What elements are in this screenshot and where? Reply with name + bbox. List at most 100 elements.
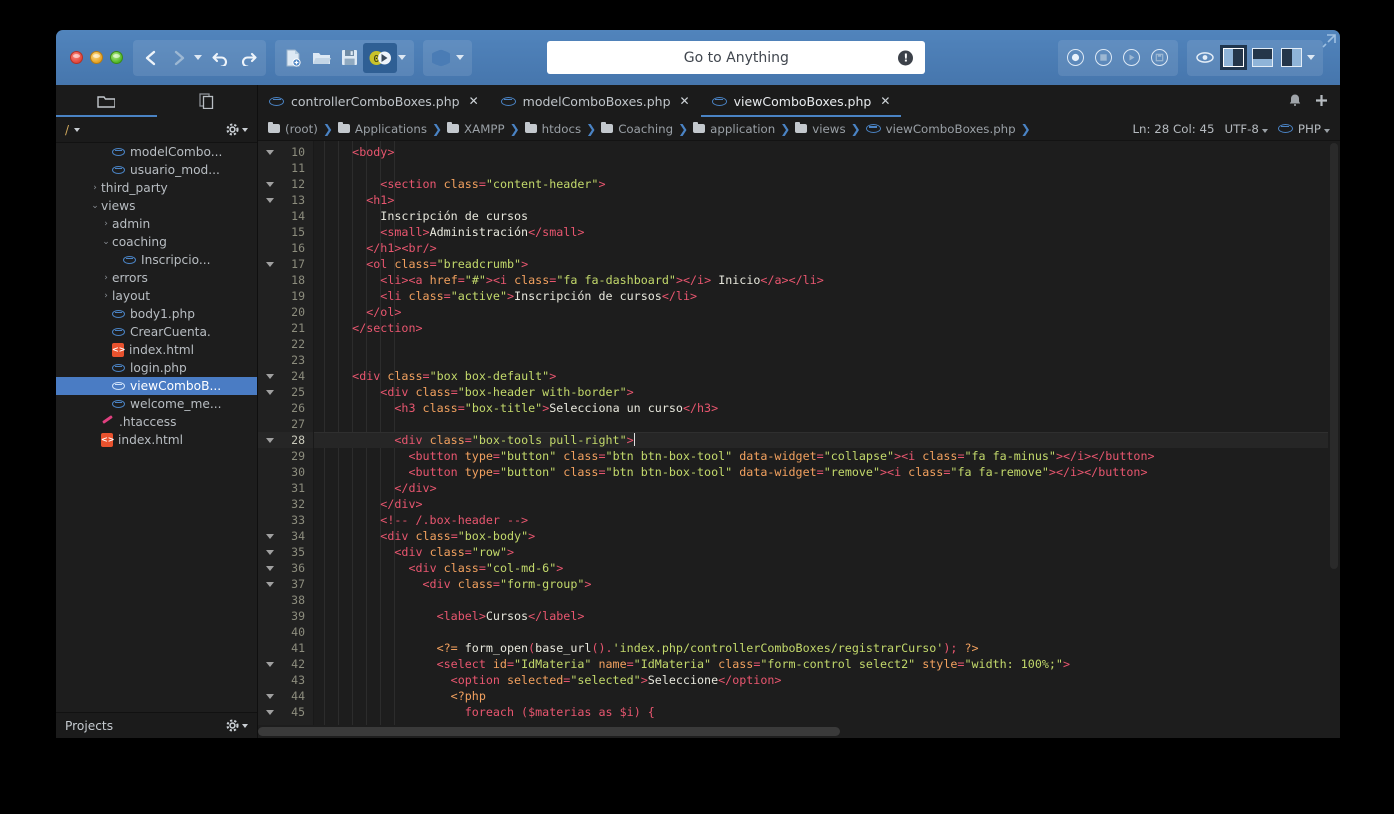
close-icon[interactable]: ✕ <box>469 94 479 108</box>
code-line[interactable]: <h3 class="box-title">Selecciona un curs… <box>314 400 1340 416</box>
line-number[interactable]: 24 <box>258 368 313 384</box>
code-line[interactable]: <div class="col-md-6"> <box>314 560 1340 576</box>
eye-icon[interactable] <box>1191 43 1219 73</box>
path-chevron-down-icon[interactable] <box>74 127 81 132</box>
breadcrumb-item[interactable]: views <box>795 121 846 136</box>
vertical-scrollbar[interactable] <box>1328 141 1340 725</box>
line-number[interactable]: 33 <box>258 512 313 528</box>
save-icon[interactable] <box>335 43 363 73</box>
undo-icon[interactable] <box>206 43 234 73</box>
line-number[interactable]: 35 <box>258 544 313 560</box>
zoom-window-button[interactable] <box>110 51 123 64</box>
debug-icon[interactable]: 0 <box>363 42 397 73</box>
code-line[interactable]: foreach ($materias as $i) { <box>314 704 1340 720</box>
line-number[interactable]: 25 <box>258 384 313 400</box>
line-number[interactable]: 30 <box>258 464 313 480</box>
code-line[interactable]: <?php <box>314 688 1340 704</box>
file-tab-view[interactable]: viewComboBoxes.php ✕ <box>700 85 902 117</box>
breadcrumb-item[interactable]: Applications <box>337 121 427 136</box>
line-number[interactable]: 14 <box>258 208 313 224</box>
language-selector[interactable]: PHP <box>1277 122 1330 136</box>
line-number[interactable]: 12 <box>258 176 313 192</box>
line-number[interactable]: 22 <box>258 336 313 352</box>
sidebar-tab-open-files[interactable] <box>157 85 258 117</box>
code-line[interactable]: <small>Administración</small> <box>314 224 1340 240</box>
code-line[interactable]: <h1> <box>314 192 1340 208</box>
line-number[interactable]: 45 <box>258 704 313 720</box>
fold-triangle-icon[interactable] <box>266 582 274 587</box>
fold-triangle-icon[interactable] <box>266 694 274 699</box>
code-line[interactable]: <!-- /.box-header --> <box>314 512 1340 528</box>
line-number[interactable]: 15 <box>258 224 313 240</box>
line-number[interactable]: 34 <box>258 528 313 544</box>
fold-triangle-icon[interactable] <box>266 374 274 379</box>
code-line[interactable]: <div class="box box-default"> <box>314 368 1340 384</box>
code-content[interactable]: <body> <section class="content-header"> … <box>314 141 1340 738</box>
breadcrumb-item[interactable]: (root) <box>268 121 318 136</box>
open-folder-icon[interactable] <box>307 43 335 73</box>
line-number[interactable]: 19 <box>258 288 313 304</box>
fold-triangle-icon[interactable] <box>266 390 274 395</box>
line-number[interactable]: 41 <box>258 640 313 656</box>
layout-chevron-down-icon[interactable] <box>1306 55 1315 60</box>
line-number[interactable]: 16 <box>258 240 313 256</box>
layout-left-icon[interactable] <box>1219 45 1247 70</box>
line-number[interactable]: 26 <box>258 400 313 416</box>
line-number[interactable]: 44 <box>258 688 313 704</box>
code-line[interactable]: <section class="content-header"> <box>314 176 1340 192</box>
chevron-down-icon[interactable]: ⌄ <box>89 201 101 211</box>
fold-triangle-icon[interactable] <box>266 534 274 539</box>
line-number[interactable]: 36 <box>258 560 313 576</box>
globe-icon[interactable] <box>427 43 455 73</box>
code-line[interactable]: Inscripción de cursos <box>314 208 1340 224</box>
chevron-right-icon[interactable]: › <box>100 291 112 301</box>
info-icon[interactable]: ! <box>898 50 914 65</box>
file-tree-item[interactable]: ⌄ coaching <box>56 233 257 251</box>
layout-right-icon[interactable] <box>1280 48 1302 67</box>
file-tab-controller[interactable]: controllerComboBoxes.php ✕ <box>258 85 490 117</box>
file-tree-item[interactable]: modelCombo... <box>56 143 257 161</box>
line-number[interactable]: 29 <box>258 448 313 464</box>
plus-icon[interactable] <box>1315 92 1328 111</box>
line-number[interactable]: 28 <box>258 432 313 448</box>
code-line[interactable] <box>314 352 1340 368</box>
record-icon[interactable] <box>1062 43 1090 73</box>
code-line[interactable] <box>314 592 1340 608</box>
layout-bottom-icon[interactable] <box>1251 48 1273 67</box>
expand-icon[interactable] <box>1322 34 1336 52</box>
fold-triangle-icon[interactable] <box>266 438 274 443</box>
line-number[interactable]: 11 <box>258 160 313 176</box>
file-tree-item[interactable]: CrearCuenta. <box>56 323 257 341</box>
save-macro-icon[interactable] <box>1146 43 1174 73</box>
fold-triangle-icon[interactable] <box>266 198 274 203</box>
gear-chevron-down-icon[interactable] <box>242 127 248 132</box>
fold-triangle-icon[interactable] <box>266 550 274 555</box>
line-number[interactable]: 10 <box>258 144 313 160</box>
code-line[interactable]: <option selected="selected">Seleccione</… <box>314 672 1340 688</box>
line-number[interactable]: 43 <box>258 672 313 688</box>
code-line[interactable]: <div class="box-tools pull-right"> <box>314 432 1340 448</box>
preview-chevron-down-icon[interactable] <box>456 55 464 60</box>
file-tree-item[interactable]: login.php <box>56 359 257 377</box>
line-number[interactable]: 39 <box>258 608 313 624</box>
close-window-button[interactable] <box>70 51 83 64</box>
chevron-right-icon[interactable]: › <box>100 219 112 229</box>
fold-triangle-icon[interactable] <box>266 182 274 187</box>
code-line[interactable]: <li><a href="#"><i class="fa fa-dashboar… <box>314 272 1340 288</box>
code-line[interactable]: <label>Cursos</label> <box>314 608 1340 624</box>
line-number[interactable]: 40 <box>258 624 313 640</box>
file-tab-model[interactable]: modelComboBoxes.php ✕ <box>490 85 701 117</box>
projects-gear-chevron-icon[interactable] <box>242 723 248 728</box>
fold-triangle-icon[interactable] <box>266 710 274 715</box>
new-file-icon[interactable] <box>279 43 307 73</box>
close-icon[interactable]: ✕ <box>880 94 890 108</box>
chevron-down-icon[interactable]: ⌄ <box>100 237 112 247</box>
file-tree[interactable]: modelCombo... usuario_mod... › third_party ⌄… <box>56 143 257 712</box>
fold-triangle-icon[interactable] <box>266 566 274 571</box>
line-number[interactable]: 20 <box>258 304 313 320</box>
breadcrumb-item[interactable]: application <box>693 121 775 136</box>
fold-triangle-icon[interactable] <box>266 662 274 667</box>
window-controls[interactable] <box>64 51 133 64</box>
code-line[interactable]: <div class="row"> <box>314 544 1340 560</box>
file-tree-item[interactable]: .htaccess <box>56 413 257 431</box>
